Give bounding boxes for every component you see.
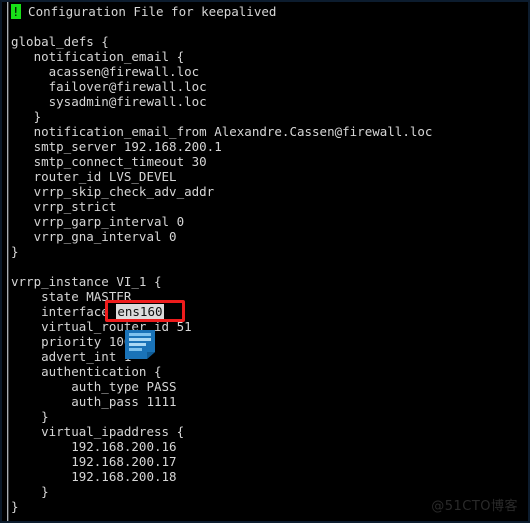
line-header: ! Configuration File for keepalived: [11, 4, 526, 19]
code-line: priority 100: [11, 334, 132, 349]
config-file-text[interactable]: ! Configuration File for keepalived globa…: [11, 4, 526, 514]
code-line: vrrp_instance VI_1 {: [11, 274, 162, 289]
code-line: notification_email {: [11, 49, 185, 64]
code-line: virtual_router_id 51: [11, 319, 192, 334]
code-line: vrrp_skip_check_adv_addr: [11, 184, 215, 199]
code-line: 192.168.200.18: [11, 469, 177, 484]
code-line: acassen@firewall.loc: [11, 64, 200, 79]
terminal-window: ! Configuration File for keepalived globa…: [0, 0, 530, 523]
window-left-edge-rule-shadow: [8, 2, 9, 521]
code-line: }: [11, 244, 19, 259]
code-line: sysadmin@firewall.loc: [11, 94, 207, 109]
code-line: advert_int 1: [11, 349, 132, 364]
interface-value-selected[interactable]: ens160: [116, 304, 164, 319]
code-line: state MASTER: [11, 289, 132, 304]
document-drag-cursor-icon: [125, 330, 155, 359]
code-line: }: [11, 109, 42, 124]
code-line: authentication {: [11, 364, 162, 379]
code-line: smtp_connect_timeout 30: [11, 154, 207, 169]
interface-line[interactable]: interface ens160: [11, 304, 526, 319]
watermark-label: @51CTO博客: [431, 499, 518, 514]
text-cursor: !: [11, 4, 21, 19]
interface-keyword: interface: [11, 304, 117, 319]
code-line: auth_pass 1111: [11, 394, 177, 409]
code-line: }: [11, 409, 49, 424]
code-line: failover@firewall.loc: [11, 79, 207, 94]
header-text: Configuration File for keepalived: [20, 4, 277, 19]
code-line: auth_type PASS: [11, 379, 177, 394]
code-line: virtual_ipaddress {: [11, 424, 185, 439]
code-line: notification_email_from Alexandre.Cassen…: [11, 124, 433, 139]
code-line: vrrp_gna_interval 0: [11, 229, 177, 244]
code-line: vrrp_strict: [11, 199, 117, 214]
code-line: router_id LVS_DEVEL: [11, 169, 177, 184]
code-line: 192.168.200.17: [11, 454, 177, 469]
code-line: 192.168.200.16: [11, 439, 177, 454]
code-line: smtp_server 192.168.200.1: [11, 139, 222, 154]
code-line: vrrp_garp_interval 0: [11, 214, 185, 229]
code-line: global_defs {: [11, 34, 109, 49]
